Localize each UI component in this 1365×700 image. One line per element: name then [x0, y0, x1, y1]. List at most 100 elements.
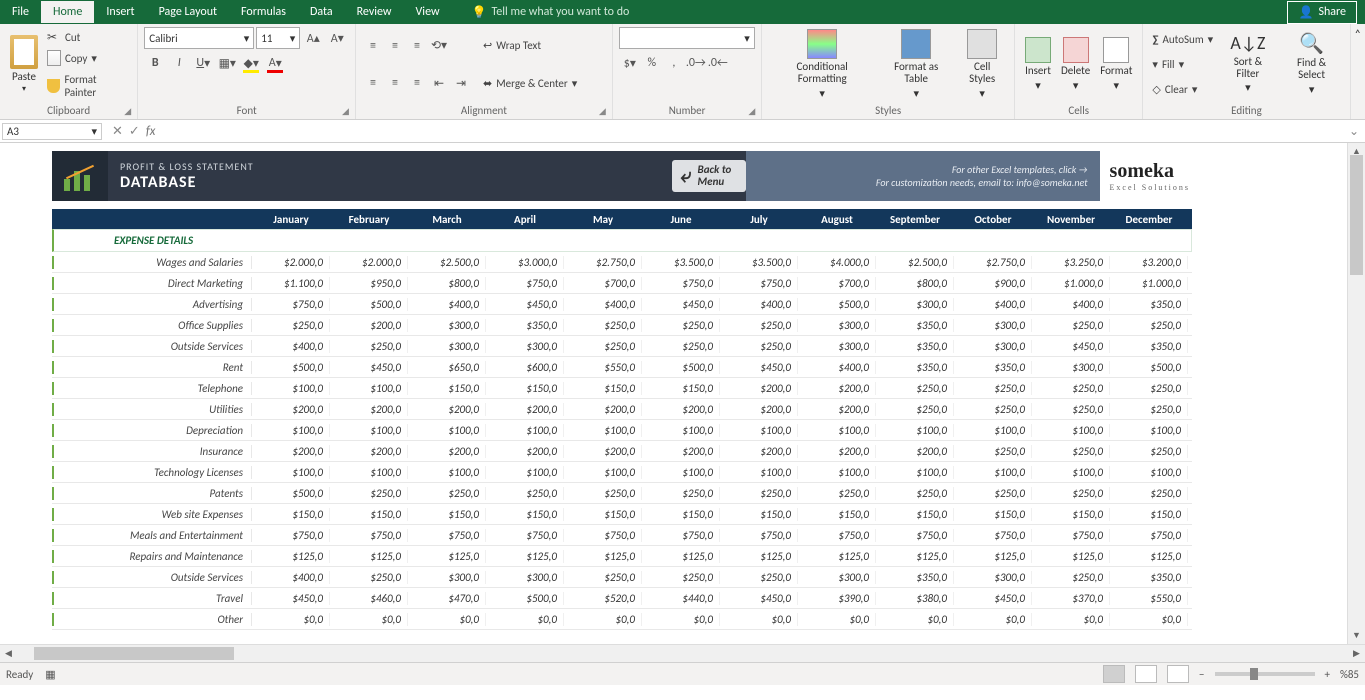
cell-value[interactable]: $125,0: [642, 550, 720, 563]
cell-value[interactable]: $300,0: [954, 571, 1032, 584]
cell-value[interactable]: $250,0: [954, 487, 1032, 500]
cell-value[interactable]: $750,0: [564, 529, 642, 542]
cell-value[interactable]: $250,0: [252, 319, 330, 332]
cell-value[interactable]: $100,0: [564, 466, 642, 479]
cell-value[interactable]: $300,0: [954, 340, 1032, 353]
cell-value[interactable]: $300,0: [798, 319, 876, 332]
vertical-scrollbar[interactable]: ▲ ▼: [1347, 143, 1365, 644]
cell-value[interactable]: $200,0: [252, 403, 330, 416]
cell-value[interactable]: $300,0: [954, 319, 1032, 332]
cell-value[interactable]: $350,0: [486, 319, 564, 332]
cell-value[interactable]: $250,0: [1032, 445, 1110, 458]
cell-value[interactable]: $0,0: [954, 613, 1032, 626]
cell-value[interactable]: $200,0: [720, 382, 798, 395]
table-row[interactable]: Office Supplies$250,0$200,0$300,0$350,0$…: [52, 315, 1192, 336]
cell-value[interactable]: $300,0: [1032, 361, 1110, 374]
tab-review[interactable]: Review: [345, 1, 404, 23]
cell-value[interactable]: $200,0: [408, 403, 486, 416]
formula-input[interactable]: [169, 122, 1343, 140]
cell-value[interactable]: $390,0: [798, 592, 876, 605]
cell-value[interactable]: $0,0: [1032, 613, 1110, 626]
tab-formulas[interactable]: Formulas: [229, 1, 298, 23]
cell-value[interactable]: $300,0: [486, 571, 564, 584]
cell-value[interactable]: $250,0: [1032, 319, 1110, 332]
cell-value[interactable]: $250,0: [564, 571, 642, 584]
cell-value[interactable]: $100,0: [1110, 424, 1188, 437]
cell-value[interactable]: $800,0: [408, 277, 486, 290]
cell-value[interactable]: $600,0: [486, 361, 564, 374]
cell-value[interactable]: $0,0: [564, 613, 642, 626]
cell-value[interactable]: $500,0: [330, 298, 408, 311]
zoom-slider[interactable]: [1215, 672, 1315, 676]
cell-value[interactable]: $250,0: [720, 487, 798, 500]
cell-value[interactable]: $100,0: [720, 466, 798, 479]
cell-value[interactable]: $250,0: [1032, 571, 1110, 584]
cell-value[interactable]: $125,0: [876, 550, 954, 563]
cell-value[interactable]: $300,0: [876, 298, 954, 311]
cell-value[interactable]: $700,0: [564, 277, 642, 290]
cell-value[interactable]: $3.200,0: [1110, 256, 1188, 269]
cell-value[interactable]: $250,0: [720, 340, 798, 353]
cell-value[interactable]: $300,0: [408, 319, 486, 332]
decrease-decimal-button[interactable]: .0←: [707, 52, 729, 74]
align-middle-button[interactable]: ≡: [384, 35, 406, 57]
back-to-menu-button[interactable]: ⤶ Back to Menu: [672, 160, 745, 192]
cell-value[interactable]: $380,0: [876, 592, 954, 605]
orientation-button[interactable]: ⟲▾: [428, 35, 450, 57]
expand-formula-bar-button[interactable]: ⌄: [1343, 124, 1365, 139]
cell-value[interactable]: $100,0: [564, 424, 642, 437]
cell-value[interactable]: $0,0: [486, 613, 564, 626]
wrap-text-button[interactable]: ↩Wrap Text: [480, 38, 580, 53]
cell-value[interactable]: $150,0: [486, 508, 564, 521]
cell-value[interactable]: $350,0: [1110, 298, 1188, 311]
cell-value[interactable]: $200,0: [486, 445, 564, 458]
cell-value[interactable]: $750,0: [642, 277, 720, 290]
cell-value[interactable]: $125,0: [564, 550, 642, 563]
fx-icon[interactable]: fx: [146, 124, 156, 139]
cell-value[interactable]: $100,0: [642, 466, 720, 479]
cell-value[interactable]: $250,0: [954, 445, 1032, 458]
zoom-out-button[interactable]: −: [1199, 668, 1204, 681]
cell-value[interactable]: $200,0: [798, 403, 876, 416]
cell-value[interactable]: $150,0: [954, 508, 1032, 521]
scroll-down-arrow-icon[interactable]: ▼: [1348, 627, 1365, 644]
align-bottom-button[interactable]: ≡: [406, 35, 428, 57]
cell-value[interactable]: $200,0: [330, 403, 408, 416]
cell-value[interactable]: $350,0: [954, 361, 1032, 374]
cell-value[interactable]: $450,0: [954, 592, 1032, 605]
tab-view[interactable]: View: [404, 1, 452, 23]
italic-button[interactable]: I: [168, 52, 190, 74]
cell-value[interactable]: $400,0: [252, 571, 330, 584]
format-painter-button[interactable]: Format Painter: [44, 72, 131, 100]
number-format-select[interactable]: ▾: [619, 27, 755, 49]
cell-value[interactable]: $200,0: [330, 445, 408, 458]
cell-value[interactable]: $2.500,0: [876, 256, 954, 269]
cell-value[interactable]: $125,0: [486, 550, 564, 563]
decrease-indent-button[interactable]: ⇤: [428, 72, 450, 94]
comma-format-button[interactable]: ,: [663, 52, 685, 74]
cell-value[interactable]: $500,0: [252, 361, 330, 374]
cell-value[interactable]: $750,0: [798, 529, 876, 542]
cell-value[interactable]: $300,0: [798, 571, 876, 584]
cell-value[interactable]: $350,0: [1110, 340, 1188, 353]
cell-value[interactable]: $250,0: [1032, 382, 1110, 395]
cell-value[interactable]: $800,0: [876, 277, 954, 290]
cell-value[interactable]: $100,0: [252, 382, 330, 395]
cell-value[interactable]: $250,0: [798, 487, 876, 500]
cell-value[interactable]: $200,0: [642, 403, 720, 416]
cell-value[interactable]: $2.000,0: [252, 256, 330, 269]
zoom-in-button[interactable]: +: [1325, 668, 1330, 681]
cell-value[interactable]: $440,0: [642, 592, 720, 605]
cell-value[interactable]: $0,0: [252, 613, 330, 626]
cell-value[interactable]: $100,0: [876, 424, 954, 437]
cell-value[interactable]: $250,0: [1110, 382, 1188, 395]
cell-value[interactable]: $200,0: [798, 445, 876, 458]
percent-format-button[interactable]: %: [641, 52, 663, 74]
cell-value[interactable]: $470,0: [408, 592, 486, 605]
increase-decimal-button[interactable]: .0→: [685, 52, 707, 74]
table-row[interactable]: Travel$450,0$460,0$470,0$500,0$520,0$440…: [52, 588, 1192, 609]
cell-value[interactable]: $125,0: [720, 550, 798, 563]
cell-value[interactable]: $200,0: [564, 445, 642, 458]
cell-value[interactable]: $200,0: [876, 445, 954, 458]
cell-value[interactable]: $250,0: [1032, 487, 1110, 500]
